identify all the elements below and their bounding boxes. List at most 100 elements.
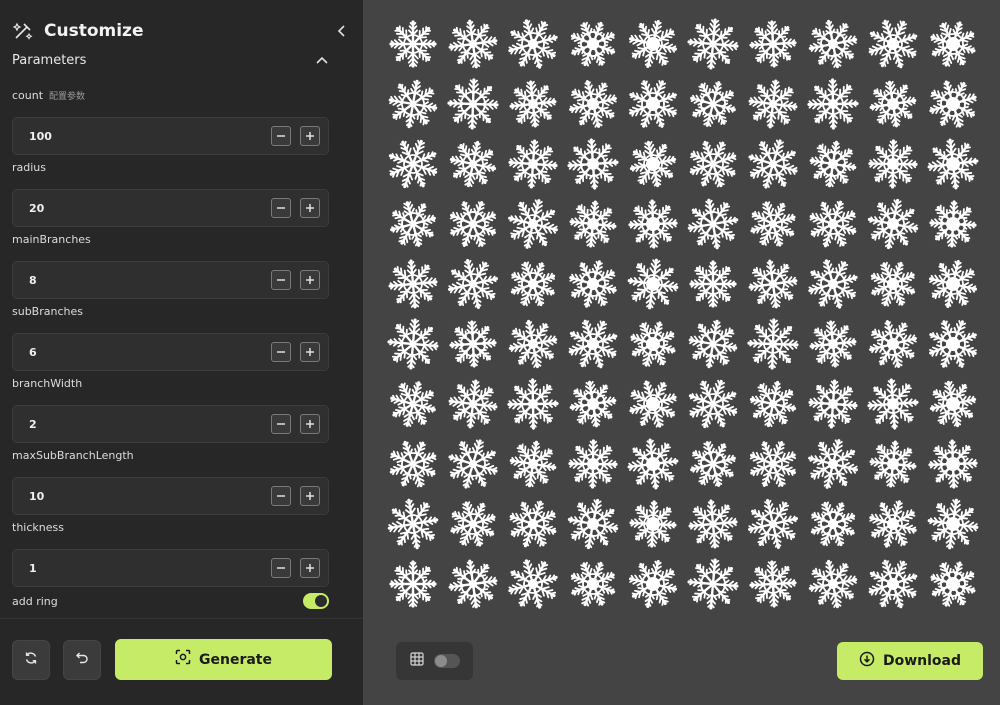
snowflake [749, 20, 797, 68]
snowflake [749, 441, 797, 488]
snowflake [510, 261, 556, 307]
increment-button[interactable] [300, 414, 320, 434]
snowflake [929, 380, 977, 428]
snowflake [808, 259, 858, 309]
thickness-input[interactable]: 1 [12, 549, 329, 587]
snowflake [927, 498, 979, 550]
snowflake [508, 19, 558, 69]
decrement-button[interactable] [271, 198, 291, 218]
snowflake [509, 440, 557, 488]
snowflake [869, 500, 917, 548]
generate-label: Generate [199, 651, 272, 668]
param-thickness: thickness 1 [12, 521, 329, 587]
decrement-button[interactable] [271, 414, 291, 434]
increment-button[interactable] [300, 342, 320, 362]
decrement-button[interactable] [271, 126, 291, 146]
snowflake [869, 440, 917, 488]
snowflake [569, 260, 617, 308]
snowflake [808, 379, 858, 429]
snowflake [929, 80, 977, 128]
snowflake [928, 259, 978, 309]
decrement-button[interactable] [271, 270, 291, 290]
add-ring-toggle[interactable] [303, 593, 329, 609]
increment-button[interactable] [300, 486, 320, 506]
snowflake [388, 259, 438, 309]
increment-button[interactable] [300, 198, 320, 218]
scan-icon [175, 649, 191, 670]
snowflake [687, 18, 739, 70]
snowflake [809, 140, 857, 188]
divider [0, 618, 363, 619]
grid-toggle-button[interactable] [396, 642, 473, 680]
param-value[interactable]: 8 [29, 274, 37, 287]
param-label: subBranches [12, 305, 83, 318]
param-value[interactable]: 6 [29, 346, 37, 359]
parameters-section-header[interactable]: Parameters [12, 50, 330, 70]
param-label: maxSubBranchLength [12, 449, 134, 462]
chevron-left-icon[interactable] [332, 21, 352, 41]
snowflake [628, 19, 678, 69]
snowflake [808, 559, 858, 609]
undo-button[interactable] [63, 640, 101, 680]
count-input[interactable]: 100 [12, 117, 329, 155]
chevron-up-icon[interactable] [314, 52, 330, 68]
snowflake [448, 259, 498, 309]
snowflake [448, 559, 498, 609]
snowflake [629, 500, 677, 548]
decrement-button[interactable] [271, 558, 291, 578]
snowflake [869, 320, 917, 368]
param-value[interactable]: 10 [29, 490, 44, 503]
snowflake [508, 199, 558, 249]
param-value[interactable]: 2 [29, 418, 37, 431]
increment-button[interactable] [300, 558, 320, 578]
snowflake [567, 498, 619, 550]
snowflake [567, 138, 619, 190]
snowflake [870, 261, 916, 307]
branch-width-input[interactable]: 2 [12, 405, 329, 443]
snowflake [928, 439, 978, 489]
grid-icon [410, 651, 424, 671]
decrement-button[interactable] [271, 486, 291, 506]
param-label: count [12, 89, 44, 102]
download-label: Download [882, 653, 962, 669]
generate-button[interactable]: Generate [115, 639, 332, 680]
download-button[interactable]: Download [837, 642, 983, 680]
sub-branches-input[interactable]: 6 [12, 333, 329, 371]
snowflake [387, 498, 439, 550]
decrement-button[interactable] [271, 342, 291, 362]
snowflake [748, 259, 798, 309]
max-sub-branch-length-input[interactable]: 10 [12, 477, 329, 515]
param-value[interactable]: 100 [29, 130, 52, 143]
refresh-button[interactable] [12, 640, 50, 680]
increment-button[interactable] [300, 270, 320, 290]
snowflake [687, 198, 739, 250]
grid-switch[interactable] [434, 654, 460, 668]
snowflake [689, 140, 737, 188]
snowflake [930, 561, 976, 607]
snowflake [867, 198, 919, 250]
param-count: count 配置参数 100 [12, 89, 329, 155]
snowflake [389, 20, 437, 68]
snowflake [568, 319, 618, 369]
snowflake [630, 321, 676, 367]
snowflake [627, 438, 679, 490]
snowflake [508, 319, 558, 369]
snowflake [569, 200, 617, 248]
param-value[interactable]: 1 [29, 562, 37, 575]
snowflake [507, 378, 559, 430]
main-branches-input[interactable]: 8 [12, 261, 329, 299]
snowflake [450, 501, 496, 547]
snowflake [807, 78, 859, 130]
snowflake [448, 379, 498, 429]
refresh-icon [24, 651, 38, 670]
snowflake [569, 80, 617, 128]
param-label: mainBranches [12, 233, 91, 246]
snowflake [388, 139, 438, 189]
param-value[interactable]: 20 [29, 202, 44, 215]
radius-input[interactable]: 20 [12, 189, 329, 227]
increment-button[interactable] [300, 126, 320, 146]
snowflake [868, 139, 918, 189]
snowflake [449, 140, 497, 188]
snowflake [930, 21, 976, 67]
snowflake [389, 560, 437, 608]
